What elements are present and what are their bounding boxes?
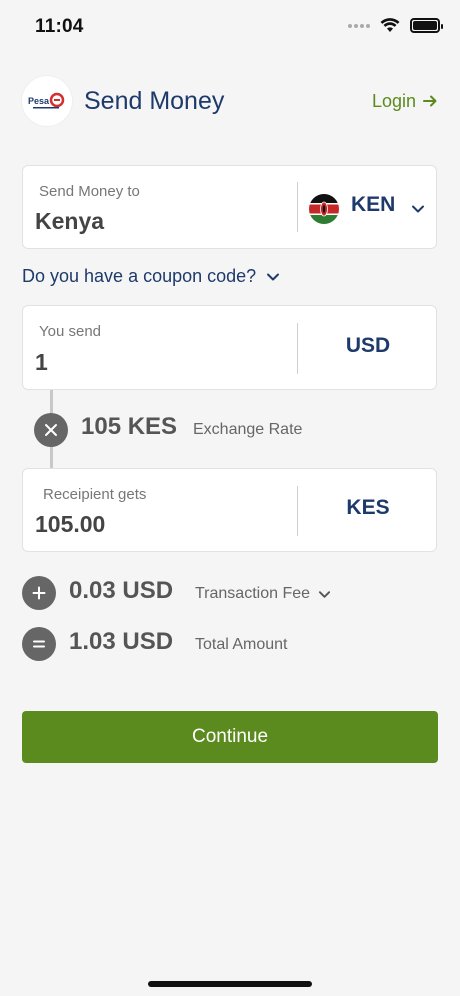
- receive-currency: KES: [346, 496, 390, 519]
- wifi-icon: [380, 18, 400, 32]
- plus-icon: [22, 576, 56, 610]
- continue-button[interactable]: Continue: [22, 711, 438, 763]
- pesa-logo: Pesa: [22, 76, 72, 126]
- total-amount-value: 1.03 USD: [69, 628, 174, 655]
- equals-icon: [22, 627, 56, 661]
- login-link[interactable]: Login: [372, 91, 438, 112]
- country-field-label: Send Money to: [39, 183, 140, 200]
- coupon-label: Do you have a coupon code?: [22, 266, 257, 286]
- send-amount-field[interactable]: You send 1 USD: [22, 305, 437, 390]
- send-amount-value[interactable]: 1: [35, 349, 48, 376]
- exchange-rate-label: Exchange Rate: [193, 421, 303, 438]
- multiply-icon: [34, 413, 68, 447]
- chevron-down-icon: [318, 590, 331, 598]
- send-money-screen: 11:04 Pesa Send Money Login Send Money t…: [0, 0, 460, 996]
- logo-mark-icon: Pesa: [28, 92, 65, 109]
- kenya-flag-icon: [309, 194, 339, 224]
- receive-amount-field[interactable]: Receipient gets 105.00 KES: [22, 468, 437, 552]
- transaction-fee-value: 0.03 USD: [69, 577, 174, 604]
- cellular-signal-icon: [348, 23, 370, 28]
- exchange-rate-value: 105 KES: [81, 413, 178, 440]
- chevron-down-icon[interactable]: [411, 202, 425, 216]
- status-icons: [348, 18, 443, 33]
- svg-text:Pesa: Pesa: [28, 96, 50, 106]
- country-field-value: Kenya: [35, 208, 105, 234]
- arrow-right-icon: [423, 95, 437, 107]
- destination-country-field[interactable]: Send Money to Kenya KEN: [22, 165, 437, 249]
- chevron-down-icon: [267, 273, 280, 280]
- transaction-fee-toggle[interactable]: Transaction Fee: [195, 585, 331, 603]
- coupon-toggle[interactable]: Do you have a coupon code?: [22, 266, 280, 287]
- transaction-fee-label: Transaction Fee: [195, 585, 311, 602]
- country-code: KEN: [351, 193, 396, 216]
- battery-icon: [410, 18, 443, 33]
- status-bar: 11:04: [0, 0, 460, 56]
- receive-amount-label: Receipient gets: [43, 486, 147, 503]
- send-amount-label: You send: [39, 323, 102, 340]
- home-indicator: [148, 981, 312, 987]
- status-time: 11:04: [35, 16, 84, 37]
- header: Pesa Send Money Login: [22, 76, 438, 126]
- receive-amount-value[interactable]: 105.00: [35, 511, 105, 538]
- login-label: Login: [371, 90, 416, 111]
- total-amount-label: Total Amount: [195, 636, 288, 653]
- send-currency: USD: [345, 334, 391, 357]
- country-divider: [297, 182, 298, 232]
- page-title: Send Money: [84, 86, 225, 115]
